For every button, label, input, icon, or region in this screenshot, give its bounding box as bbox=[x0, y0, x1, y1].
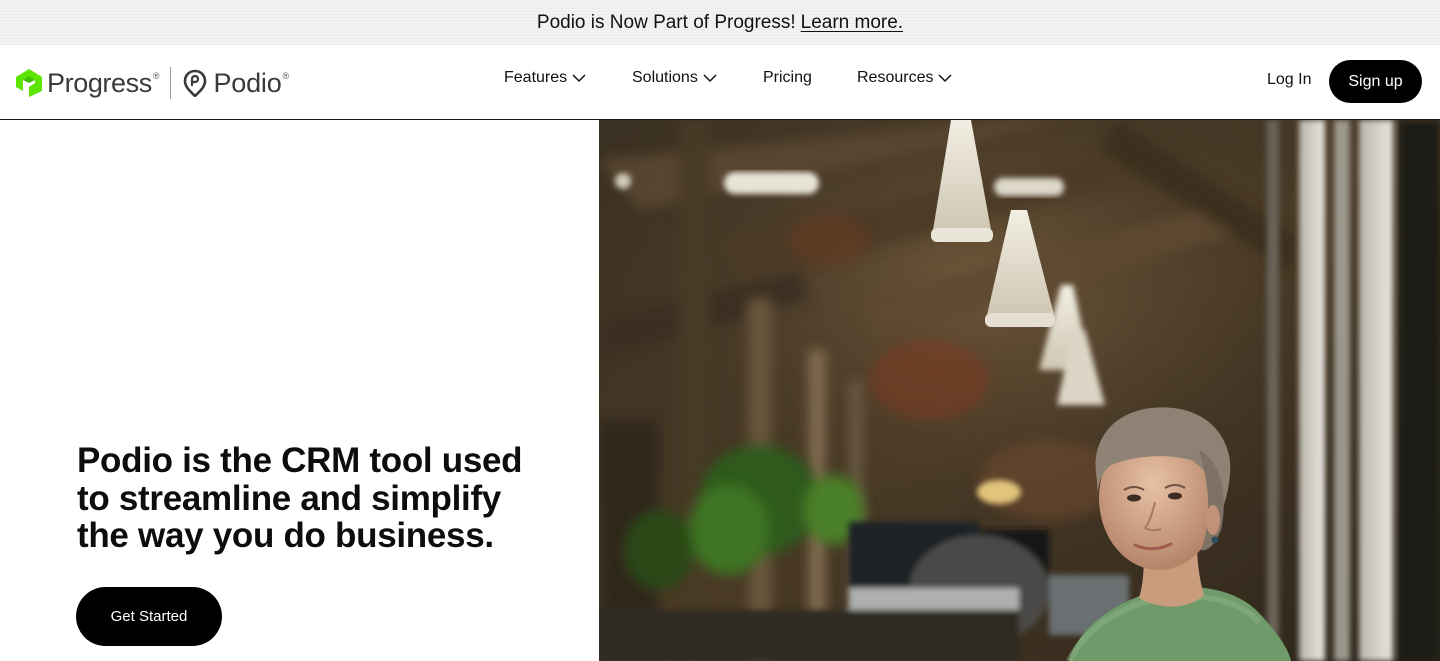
registered-mark-podio: ® bbox=[282, 71, 290, 81]
podio-logo-icon bbox=[184, 69, 207, 97]
hero-image bbox=[599, 120, 1440, 661]
podio-wordmark: Podio bbox=[213, 67, 282, 98]
brand-logo[interactable]: Progress ® Podio ® bbox=[16, 65, 289, 101]
progress-logo-icon bbox=[16, 69, 42, 97]
progress-wordmark: Progress bbox=[47, 67, 152, 98]
signup-button[interactable]: Sign up bbox=[1329, 60, 1422, 103]
nav-features[interactable]: Features bbox=[504, 69, 586, 87]
nav-solutions[interactable]: Solutions bbox=[632, 69, 717, 87]
login-link[interactable]: Log In bbox=[1267, 71, 1311, 89]
nav-features-label: Features bbox=[504, 69, 568, 86]
get-started-button[interactable]: Get Started bbox=[76, 587, 222, 646]
announcement-bar: Podio is Now Part of Progress! Learn mor… bbox=[0, 0, 1440, 45]
nav-resources[interactable]: Resources bbox=[857, 69, 953, 87]
registered-mark: ® bbox=[152, 71, 160, 81]
nav-pricing[interactable]: Pricing bbox=[763, 69, 812, 87]
learn-more-link[interactable]: Learn more. bbox=[801, 12, 903, 34]
site-header: Progress ® Podio ® Features Solutions Pr… bbox=[0, 45, 1440, 120]
chevron-down-icon bbox=[703, 74, 717, 83]
chevron-down-icon bbox=[938, 74, 953, 83]
brand-divider bbox=[170, 67, 172, 99]
nav-pricing-label: Pricing bbox=[763, 69, 812, 86]
nav-solutions-label: Solutions bbox=[632, 69, 698, 86]
hero-headline: Podio is the CRM tool used to streamline… bbox=[77, 441, 523, 555]
nav-resources-label: Resources bbox=[857, 69, 934, 86]
hero-photo-illustration bbox=[599, 120, 1440, 661]
announcement-message: Podio is Now Part of Progress! bbox=[536, 11, 796, 33]
hero-text-panel bbox=[0, 120, 599, 661]
chevron-down-icon bbox=[572, 74, 586, 83]
